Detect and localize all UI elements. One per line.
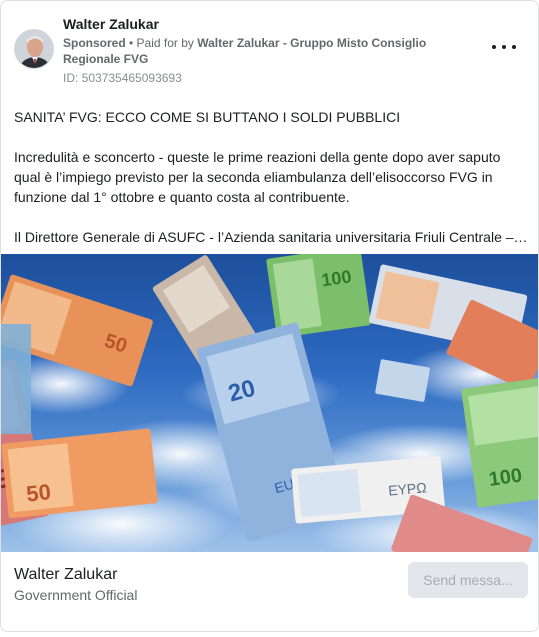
ad-image[interactable]: 50 5 100 <box>1 254 538 552</box>
ad-header: Walter Zalukar Sponsored • Paid for by W… <box>13 15 526 89</box>
footer-name[interactable]: Walter Zalukar <box>14 566 117 584</box>
paid-for-prefix: Paid for by <box>136 36 198 50</box>
avatar[interactable] <box>14 29 54 69</box>
send-message-button[interactable]: Send messa... <box>408 562 528 598</box>
banknote-label: 50 <box>25 479 52 506</box>
dot-icon <box>502 45 506 49</box>
banknote-label: 100 <box>320 266 353 290</box>
banknotes-image: 50 5 100 <box>1 254 538 552</box>
meta-bullet: • <box>125 36 137 50</box>
dot-icon <box>512 45 516 49</box>
ad-footer: Walter Zalukar Government Official Send … <box>1 552 538 631</box>
profile-photo-icon <box>15 30 53 68</box>
more-options-icon[interactable] <box>492 39 516 55</box>
banknote-label: 100 <box>487 464 523 490</box>
footer-category: Government Official <box>14 587 138 603</box>
post-paragraph-2[interactable]: Il Direttore Generale di ASUFC - l’Azien… <box>14 227 528 247</box>
ad-card: Walter Zalukar Sponsored • Paid for by W… <box>0 0 539 632</box>
dot-icon <box>492 45 496 49</box>
sponsored-label: Sponsored <box>63 36 126 50</box>
post-text: SANITA’ FVG: ECCO COME SI BUTTANO I SOLD… <box>14 107 528 247</box>
banknote-label: EYPΩ <box>388 479 428 498</box>
post-headline: SANITA’ FVG: ECCO COME SI BUTTANO I SOLD… <box>14 109 401 125</box>
ad-id: ID: 503735465093693 <box>63 71 182 85</box>
sponsored-meta: Sponsored • Paid for by Walter Zalukar -… <box>63 35 483 67</box>
advertiser-name[interactable]: Walter Zalukar <box>63 16 159 32</box>
post-paragraph-1: Incredulità e sconcerto - queste le prim… <box>14 149 501 205</box>
